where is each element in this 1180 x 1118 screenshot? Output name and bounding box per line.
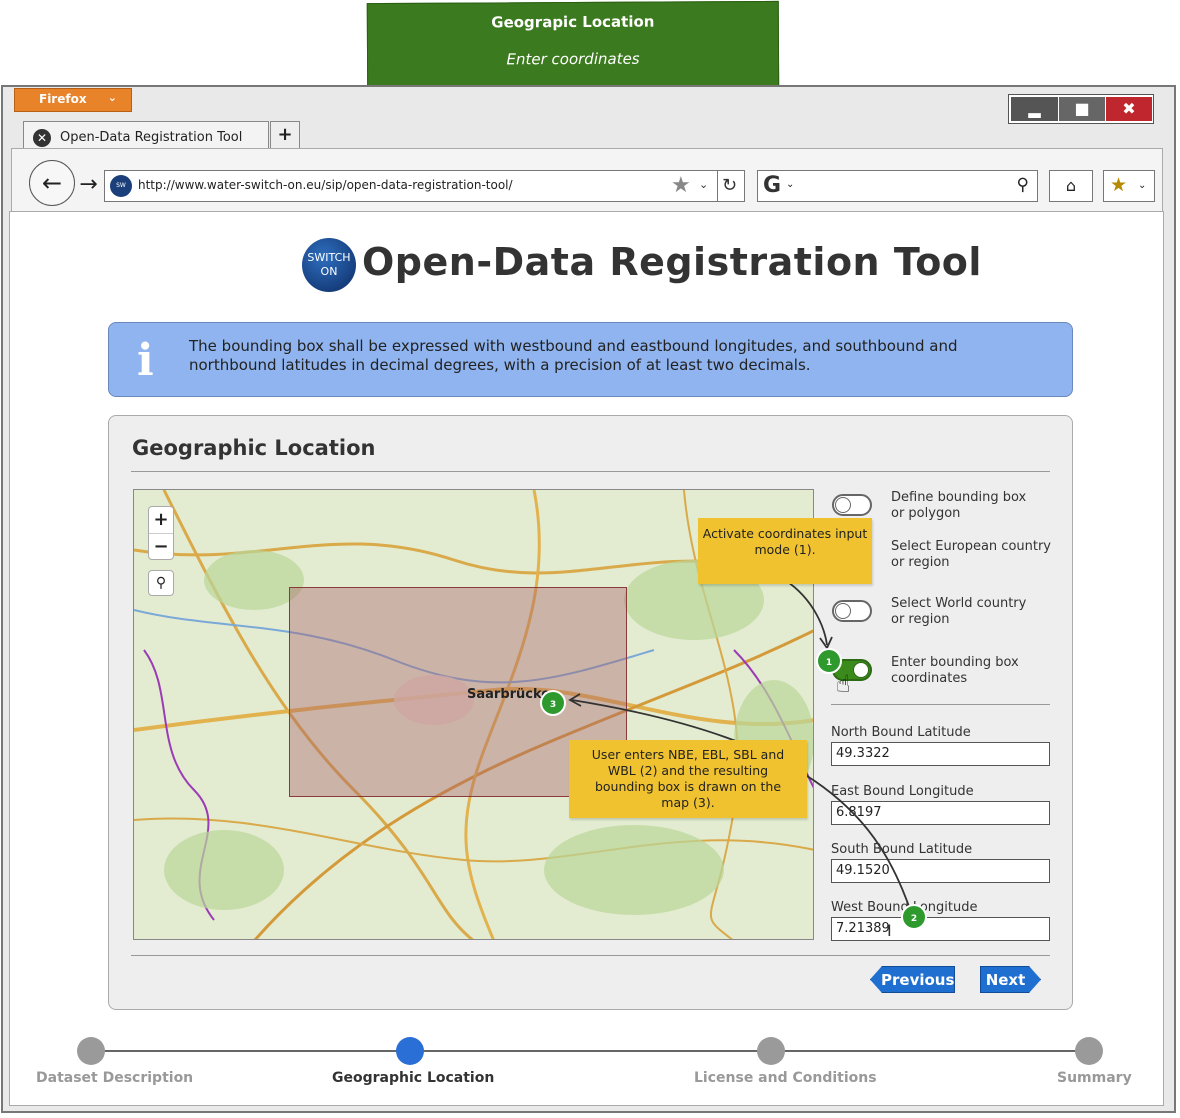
annotation-marker-3: 3 <box>540 690 566 716</box>
annotation-arrows <box>568 579 913 916</box>
step-dot-summary[interactable] <box>1075 1037 1103 1065</box>
annotation-note-2: User enters NBE, EBL, SBL and WBL (2) an… <box>569 740 807 818</box>
step-dot-geographic-location[interactable] <box>396 1037 424 1065</box>
step-label-dataset-description[interactable]: Dataset Description <box>36 1070 193 1086</box>
annotation-marker-2: 2 <box>901 904 927 930</box>
step-label-geographic-location[interactable]: Geographic Location <box>332 1070 494 1086</box>
step-label-license[interactable]: License and Conditions <box>694 1070 877 1086</box>
text-cursor-icon: I <box>887 921 892 940</box>
step-label-summary[interactable]: Summary <box>1057 1070 1132 1086</box>
annotation-note-1: Activate coordinates input mode (1). <box>698 518 872 584</box>
step-dot-license[interactable] <box>757 1037 785 1065</box>
hand-cursor-icon: ☝ <box>836 670 851 698</box>
step-dot-dataset-description[interactable] <box>77 1037 105 1065</box>
progress-line <box>91 1050 1090 1052</box>
